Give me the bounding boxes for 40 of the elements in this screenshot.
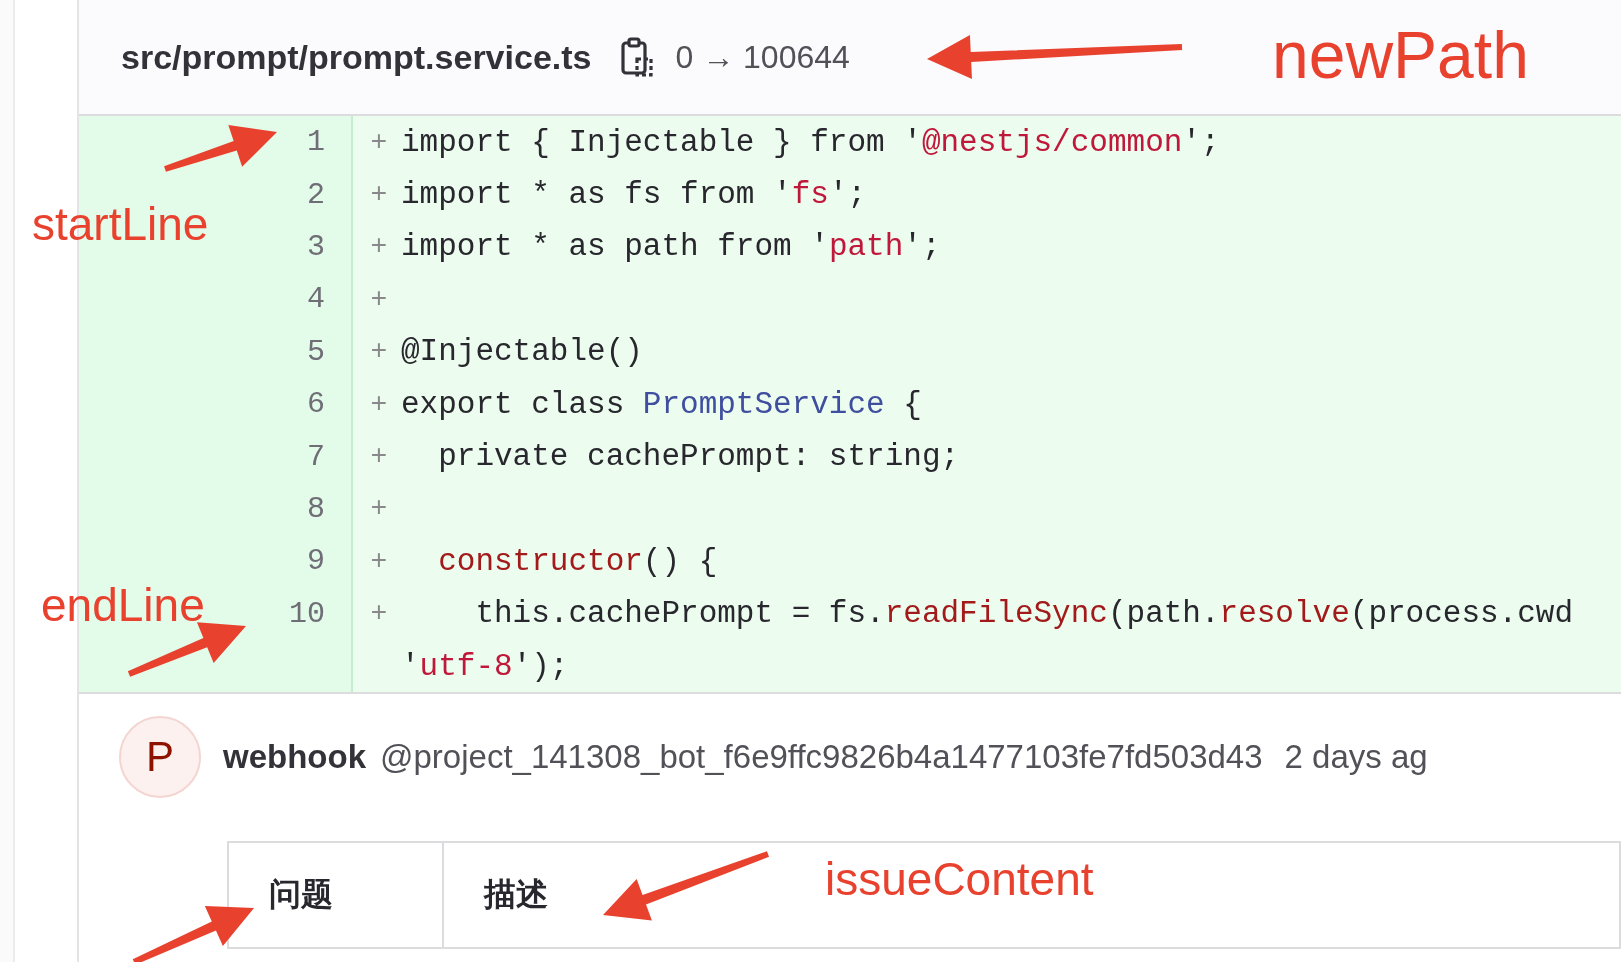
added-marker: + bbox=[370, 441, 388, 473]
added-marker: + bbox=[370, 283, 388, 315]
file-mode-change: 0 → 100644 bbox=[675, 38, 850, 76]
line-number[interactable]: 1 bbox=[307, 125, 325, 160]
line-number[interactable]: 4 bbox=[307, 282, 325, 317]
author-name[interactable]: webhook bbox=[223, 738, 366, 777]
line-number[interactable]: 8 bbox=[307, 491, 325, 526]
file-path[interactable]: src/prompt/prompt.service.ts bbox=[121, 37, 592, 77]
annotation-label: endLine bbox=[41, 582, 205, 628]
annotation-label: startLine bbox=[32, 201, 209, 247]
author-handle: @project_141308_bot_f6e9ffc9826b4a1477103fe7fd503d43 bbox=[380, 738, 1263, 777]
avatar[interactable]: P bbox=[119, 716, 201, 799]
code-line: export class PromptService { bbox=[401, 386, 922, 422]
annotation-label: issueContent bbox=[825, 856, 1094, 902]
added-marker: + bbox=[370, 126, 388, 158]
line-number[interactable]: 2 bbox=[307, 177, 325, 212]
line-number[interactable]: 7 bbox=[307, 439, 325, 474]
code-line: import * as path from 'path'; bbox=[401, 229, 941, 265]
code-line: constructor() { bbox=[437, 543, 718, 579]
added-marker: + bbox=[370, 545, 388, 577]
added-marker: + bbox=[370, 493, 388, 525]
code-line: private cachePrompt: string; bbox=[437, 439, 960, 475]
code-line: import { Injectable } from '@nestjs/common'; bbox=[401, 124, 1220, 160]
annotation-label: newPath bbox=[1272, 22, 1529, 88]
added-marker: + bbox=[370, 598, 388, 630]
line-number[interactable]: 9 bbox=[307, 544, 325, 579]
comment-time: 2 days ag bbox=[1284, 738, 1428, 777]
code-line: import * as fs from 'fs'; bbox=[401, 177, 867, 213]
code-line: this.cachePrompt = fs.readFileSync(path.resolve(process.cwd bbox=[474, 596, 1574, 632]
code-line: 'utf-8'); bbox=[401, 648, 569, 684]
added-marker: + bbox=[370, 336, 388, 368]
added-marker: + bbox=[370, 388, 388, 420]
line-number[interactable]: 10 bbox=[289, 596, 325, 631]
clipboard-icon[interactable] bbox=[621, 37, 654, 77]
line-number[interactable]: 3 bbox=[307, 229, 325, 264]
added-marker: + bbox=[370, 231, 388, 263]
code-line: @Injectable() bbox=[401, 334, 643, 370]
line-number[interactable]: 5 bbox=[307, 334, 325, 369]
line-number[interactable]: 6 bbox=[307, 387, 325, 422]
added-marker: + bbox=[370, 179, 388, 211]
